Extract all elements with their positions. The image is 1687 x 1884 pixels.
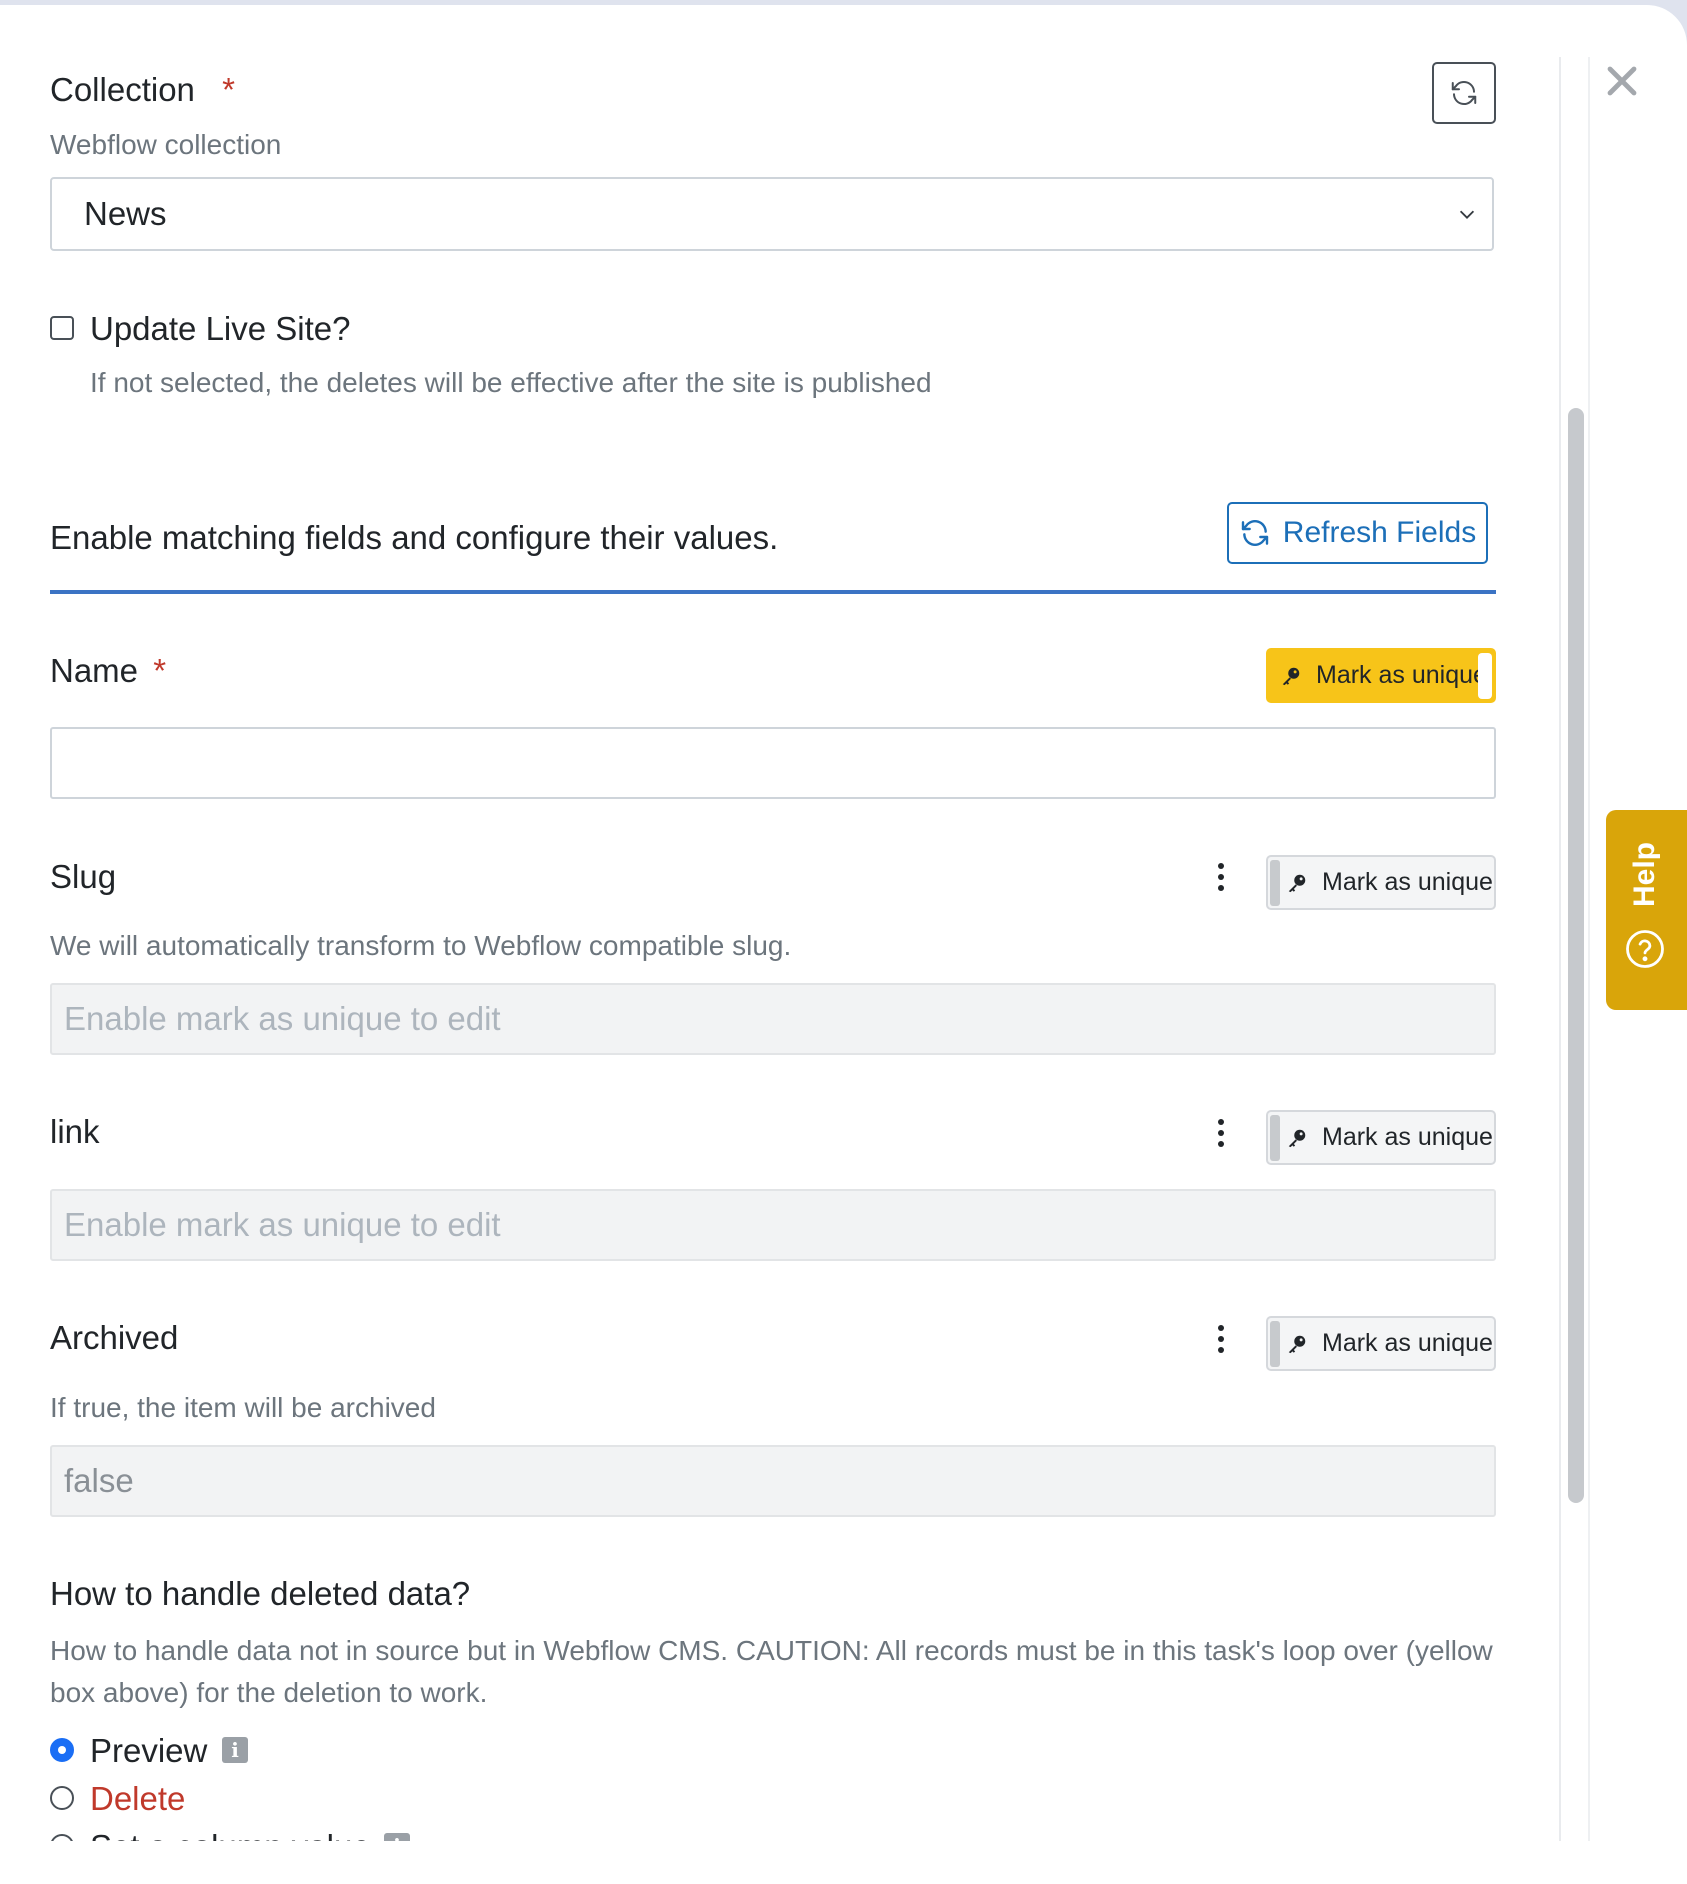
chevron-down-icon [1459, 210, 1475, 219]
slug-label: Slug [50, 858, 117, 895]
section-divider [50, 590, 1496, 594]
key-icon [1280, 665, 1302, 687]
mark-unique-label: Mark as unique [1322, 1123, 1493, 1151]
help-tab[interactable]: Help [1606, 810, 1687, 1010]
close-icon[interactable] [1604, 63, 1640, 99]
key-icon [1286, 1333, 1308, 1355]
modal-content: Collection * Webflow collection News Upd… [50, 5, 1496, 1841]
update-live-label[interactable]: Update Live Site? [90, 310, 351, 348]
radio-preview[interactable] [50, 1738, 74, 1762]
deleted-data-help: How to handle data not in source but in … [50, 1635, 1493, 1708]
name-label-row: Name * [50, 652, 166, 690]
slug-more-icon[interactable] [1216, 863, 1226, 895]
scrollbar-thumb[interactable] [1568, 408, 1584, 1503]
refresh-icon [1241, 520, 1268, 546]
collection-refresh-button[interactable] [1432, 62, 1496, 124]
collection-label-row: Collection * [50, 71, 235, 109]
slug-mark-unique-button[interactable]: Mark as unique [1266, 855, 1496, 910]
archived-help: If true, the item will be archived [50, 1392, 436, 1423]
link-input[interactable]: Enable mark as unique to edit [50, 1189, 1496, 1261]
radio-delete-label[interactable]: Delete [90, 1780, 185, 1818]
key-icon [1286, 1127, 1308, 1149]
archived-input[interactable]: false [50, 1445, 1496, 1517]
scroll-track-border [1588, 57, 1590, 1841]
required-marker: * [222, 71, 235, 108]
mark-unique-label: Mark as unique [1316, 661, 1487, 689]
name-input[interactable] [50, 727, 1496, 799]
archived-label: Archived [50, 1319, 179, 1356]
key-icon [1286, 872, 1308, 894]
link-mark-unique-button[interactable]: Mark as unique [1266, 1110, 1496, 1165]
name-label: Name [50, 652, 139, 689]
update-live-help: If not selected, the deletes will be eff… [90, 367, 932, 398]
name-mark-unique-button[interactable]: Mark as unique [1266, 648, 1496, 703]
update-live-checkbox[interactable] [50, 316, 74, 340]
radio-preview-label[interactable]: Preview [90, 1732, 207, 1770]
mark-unique-label: Mark as unique [1322, 868, 1493, 896]
radio-set-column-label[interactable]: Set a column value [90, 1828, 371, 1841]
question-circle-icon [1626, 930, 1664, 968]
scroll-track-border [1559, 57, 1561, 1841]
collection-help: Webflow collection [50, 129, 282, 160]
collection-label: Collection [50, 71, 195, 108]
mark-unique-label: Mark as unique [1322, 1329, 1493, 1357]
link-label: link [50, 1113, 100, 1150]
refresh-icon [1451, 80, 1477, 106]
slug-input[interactable]: Enable mark as unique to edit [50, 983, 1496, 1055]
info-icon[interactable]: i [384, 1833, 410, 1841]
radio-delete[interactable] [50, 1786, 74, 1810]
required-marker: * [153, 652, 167, 689]
collection-select[interactable]: News [50, 177, 1494, 251]
refresh-fields-button[interactable]: Refresh Fields [1227, 502, 1488, 564]
help-label: Help [1628, 841, 1661, 907]
refresh-fields-label: Refresh Fields [1282, 516, 1477, 549]
field-mapping-modal: Collection * Webflow collection News Upd… [0, 5, 1687, 1884]
slug-help: We will automatically transform to Webfl… [50, 930, 792, 961]
fields-section-title: Enable matching fields and configure the… [50, 519, 779, 556]
archived-mark-unique-button[interactable]: Mark as unique [1266, 1316, 1496, 1371]
link-more-icon[interactable] [1216, 1119, 1226, 1151]
collection-selected-value: News [84, 195, 167, 232]
archived-more-icon[interactable] [1216, 1325, 1226, 1357]
info-icon[interactable]: i [222, 1737, 248, 1763]
deleted-data-title: How to handle deleted data? [50, 1575, 471, 1612]
radio-set-column[interactable] [50, 1834, 74, 1841]
